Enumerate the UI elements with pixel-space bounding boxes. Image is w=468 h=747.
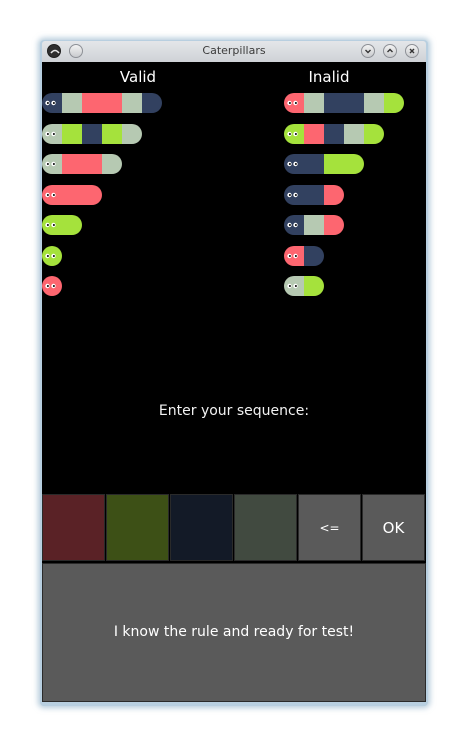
segment-lime — [62, 215, 82, 235]
eyes-icon — [287, 131, 298, 136]
segment-sage — [304, 93, 324, 113]
invalid-caterpillar — [284, 154, 364, 174]
segment-lime — [324, 154, 344, 174]
invalid-caterpillar — [284, 184, 344, 205]
color-button-red[interactable] — [42, 494, 105, 561]
segment-navy — [304, 245, 324, 266]
segment-navy — [142, 93, 162, 113]
eyes-icon — [45, 100, 56, 106]
segment-lime — [304, 276, 324, 296]
valid-caterpillar — [42, 276, 62, 296]
valid-caterpillar — [42, 123, 142, 144]
eyes-icon — [287, 192, 298, 197]
sequence-prompt: Enter your sequence: — [158, 403, 310, 419]
segment-red — [62, 184, 82, 205]
minimize-icon[interactable] — [361, 44, 375, 58]
segment-red — [82, 93, 102, 113]
invalid-caterpillar — [284, 123, 384, 144]
eyes-icon — [287, 253, 298, 258]
color-button-navy[interactable] — [170, 494, 233, 561]
valid-caterpillar — [42, 184, 102, 205]
segment-lime — [364, 123, 384, 144]
close-icon[interactable] — [405, 44, 419, 58]
segment-red — [324, 184, 344, 205]
segment-sage — [62, 93, 82, 113]
segment-sage — [122, 123, 142, 144]
segment-sage — [364, 93, 384, 113]
eyes-icon — [287, 161, 298, 167]
segment-navy — [82, 123, 102, 144]
eyes-icon — [45, 283, 56, 289]
eyes-icon — [45, 253, 56, 258]
segment-navy — [304, 154, 324, 174]
segment-lime — [384, 93, 404, 113]
segment-sage — [122, 93, 142, 113]
segment-red — [102, 93, 122, 113]
eyes-icon — [287, 283, 298, 289]
valid-caterpillar — [42, 215, 82, 235]
invalid-caterpillar — [284, 215, 344, 235]
segment-lime — [62, 123, 82, 144]
backspace-button[interactable]: <= — [298, 494, 361, 561]
segment-sage — [344, 123, 364, 144]
eyes-icon — [45, 222, 56, 228]
app-canvas: Valid Inalid Enter your sequence: <= OK … — [42, 62, 426, 702]
invalid-caterpillar — [284, 93, 404, 113]
ok-button[interactable]: OK — [362, 494, 425, 561]
segment-sage — [102, 154, 122, 174]
valid-column-title: Valid — [119, 68, 157, 86]
invalid-caterpillar — [284, 276, 324, 296]
color-button-sage[interactable] — [234, 494, 297, 561]
color-button-lime[interactable] — [106, 494, 169, 561]
segment-red — [62, 154, 82, 174]
valid-caterpillar — [42, 245, 62, 266]
segment-navy — [304, 184, 324, 205]
eyes-icon — [45, 131, 56, 136]
segment-lime — [344, 154, 364, 174]
segment-navy — [324, 93, 344, 113]
eyes-icon — [45, 161, 56, 167]
segment-red — [82, 154, 102, 174]
invalid-column-title: Inalid — [308, 68, 350, 86]
segment-navy — [324, 123, 344, 144]
eyes-icon — [45, 192, 56, 197]
segment-sage — [304, 215, 324, 235]
segment-red — [82, 184, 102, 205]
ready-for-test-button[interactable]: I know the rule and ready for test! — [42, 563, 426, 702]
maximize-icon[interactable] — [383, 44, 397, 58]
segment-lime — [102, 123, 122, 144]
window-titlebar[interactable]: Caterpillars — [42, 41, 426, 62]
valid-caterpillar — [42, 93, 162, 113]
invalid-caterpillar — [284, 245, 324, 266]
eyes-icon — [287, 222, 298, 228]
segment-navy — [344, 93, 364, 113]
segment-red — [324, 215, 344, 235]
segment-red — [304, 123, 324, 144]
valid-caterpillar — [42, 154, 122, 174]
eyes-icon — [287, 100, 298, 106]
